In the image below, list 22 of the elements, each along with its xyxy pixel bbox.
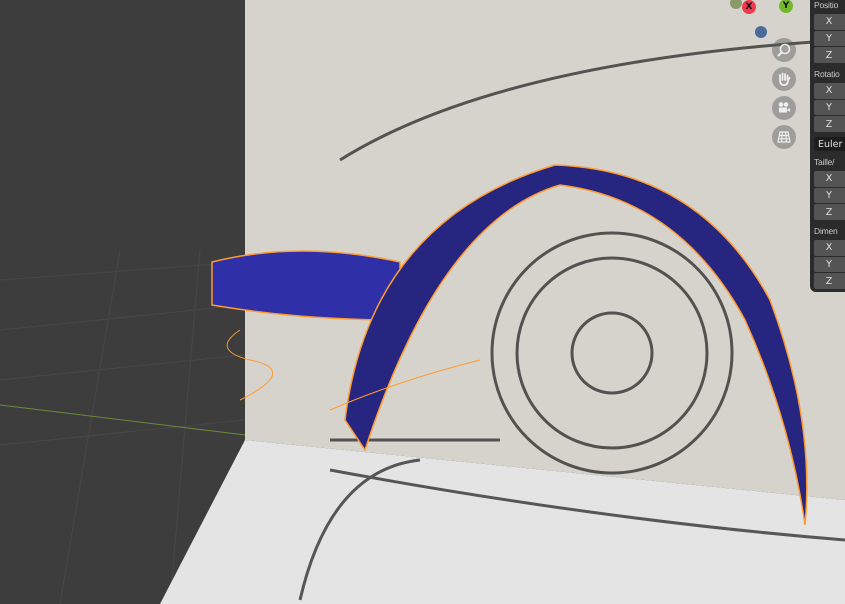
camera-icon[interactable] (772, 96, 796, 120)
value-field[interactable]: Z (814, 116, 845, 132)
value-field[interactable]: Y (814, 30, 845, 46)
section-label: Rotatio (814, 68, 841, 82)
zoom-icon[interactable] (772, 38, 796, 62)
value-field[interactable]: X (814, 14, 845, 30)
axis-gizmo-dot[interactable] (730, 0, 742, 9)
value-field[interactable]: Z (814, 204, 845, 220)
value-field[interactable]: X (814, 170, 845, 187)
section-label: Taille/ (814, 156, 836, 169)
hand-icon[interactable] (772, 67, 796, 91)
section-label: Dimen (814, 224, 839, 238)
value-field[interactable]: X (814, 83, 845, 99)
section-label: Positio (814, 0, 840, 12)
grid-icon[interactable] (772, 125, 796, 149)
value-field[interactable]: Y (814, 256, 845, 272)
value-field[interactable]: Z (814, 47, 845, 64)
value-field[interactable]: Y (814, 100, 845, 116)
value-field[interactable]: X (814, 240, 845, 256)
mode-dropdown[interactable]: Euler (814, 137, 845, 151)
value-field[interactable]: Z (814, 273, 845, 289)
value-field[interactable]: Y (814, 188, 845, 204)
